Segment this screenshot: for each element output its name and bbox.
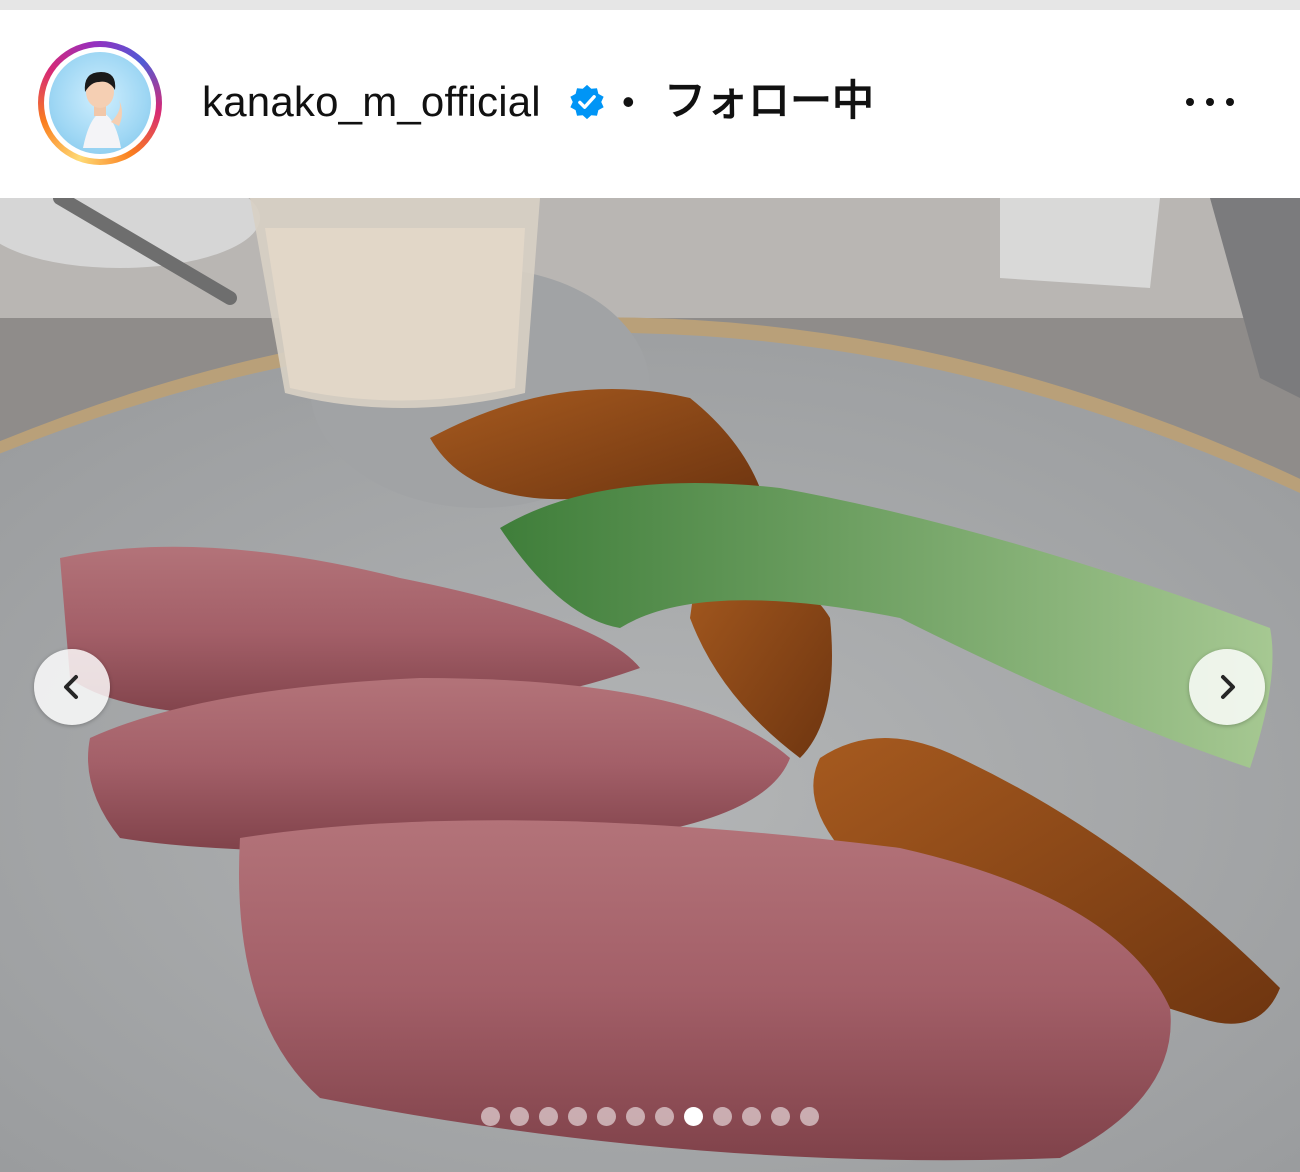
carousel-dot <box>481 1107 500 1126</box>
more-options-icon[interactable] <box>1180 90 1240 114</box>
carousel-dot <box>539 1107 558 1126</box>
following-button[interactable]: フォロー中 <box>664 76 874 126</box>
post-photo[interactable] <box>0 198 1300 1172</box>
carousel-dot <box>510 1107 529 1126</box>
carousel-dot <box>800 1107 819 1126</box>
carousel-dot <box>597 1107 616 1126</box>
post-header: kanako_m_official • フォロー中 <box>0 10 1300 198</box>
avatar-photo <box>83 72 122 148</box>
carousel-dot <box>742 1107 761 1126</box>
carousel-dot <box>713 1107 732 1126</box>
carousel-indicator <box>0 1107 1300 1129</box>
separator-dot: • <box>622 81 635 122</box>
avatar[interactable] <box>49 52 151 154</box>
chevron-left-icon[interactable] <box>34 649 110 725</box>
top-divider <box>0 0 1300 10</box>
username-link[interactable]: kanako_m_official <box>202 78 541 126</box>
carousel-dot <box>684 1107 703 1126</box>
carousel-dot <box>568 1107 587 1126</box>
carousel-dot <box>626 1107 645 1126</box>
carousel-dot <box>655 1107 674 1126</box>
carousel-dot <box>771 1107 790 1126</box>
story-ring[interactable] <box>38 41 162 165</box>
chevron-right-icon[interactable] <box>1189 649 1265 725</box>
verified-badge-icon <box>570 84 604 120</box>
food-photo-illustration <box>0 198 1300 1172</box>
